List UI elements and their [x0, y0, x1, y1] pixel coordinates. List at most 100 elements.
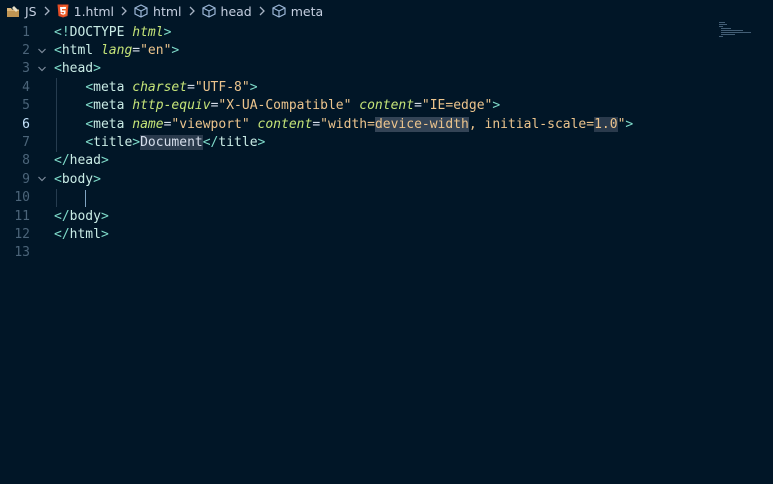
- code-token: <: [54, 43, 62, 59]
- code-token: "width=: [320, 116, 375, 132]
- code-text: </head>: [54, 153, 109, 168]
- breadcrumb-label: head: [220, 3, 252, 19]
- code-token: >: [257, 135, 266, 151]
- code-line[interactable]: 4 <meta charset="UTF-8">: [0, 78, 773, 96]
- chevron-right-icon: [258, 6, 266, 16]
- code-line[interactable]: 12 </html>: [0, 225, 773, 243]
- code-token: <: [54, 61, 62, 77]
- code-line[interactable]: 1 <!DOCTYPE html>: [0, 23, 773, 41]
- code-token: title: [93, 135, 133, 151]
- cube-icon: [201, 4, 216, 18]
- code-token: <: [85, 79, 94, 95]
- code-token: title: [218, 135, 258, 151]
- code-text: </body>: [54, 209, 109, 224]
- fold-chevron-icon[interactable]: [30, 65, 54, 73]
- code-text: <body>: [54, 172, 101, 187]
- code-token: "en": [140, 43, 172, 59]
- code-token: >: [492, 98, 501, 114]
- code-token: charset: [132, 79, 188, 95]
- line-number: 1: [22, 24, 30, 40]
- cube-icon: [272, 4, 286, 18]
- code-token: >: [93, 61, 101, 77]
- chevron-right-icon: [43, 6, 51, 16]
- folder-icon: [6, 5, 20, 18]
- code-token: "viewport": [171, 116, 258, 132]
- code-token: html: [61, 43, 101, 59]
- fold-chevron-icon[interactable]: [30, 47, 54, 55]
- code-token: <!: [54, 24, 70, 40]
- code-token: 1.0: [594, 116, 618, 132]
- breadcrumb-label: JS: [25, 3, 37, 19]
- code-text: <!DOCTYPE html>: [54, 25, 171, 40]
- breadcrumb-item-html[interactable]: html: [134, 3, 182, 19]
- code-token: "IE=edge": [421, 98, 493, 114]
- code-token: head: [61, 61, 94, 77]
- code-token: =: [312, 116, 321, 132]
- code-token: <: [85, 135, 94, 151]
- line-number: 4: [22, 79, 30, 95]
- line-number: 6: [22, 116, 30, 132]
- line-number: 8: [22, 153, 30, 169]
- code-line[interactable]: 10: [0, 189, 773, 207]
- code-line[interactable]: 11 </body>: [0, 207, 773, 225]
- code-token: meta: [93, 79, 133, 95]
- code-text: <html lang="en">: [54, 43, 179, 58]
- code-token: DOCTYPE: [69, 24, 133, 40]
- code-token: Document: [140, 135, 203, 151]
- breadcrumb-label: html: [153, 3, 182, 19]
- code-text: <title>Document</title>: [54, 135, 266, 151]
- code-token: >: [625, 116, 634, 132]
- chevron-right-icon: [120, 6, 128, 16]
- breadcrumb-item-meta[interactable]: meta: [272, 4, 323, 19]
- breadcrumb-item-js[interactable]: JS: [6, 4, 37, 19]
- line-number: 2: [22, 43, 30, 59]
- code-line[interactable]: 6 <meta name="viewport" content="width=d…: [0, 115, 773, 133]
- line-number: 13: [14, 245, 30, 261]
- code-token: content: [359, 98, 415, 114]
- code-line[interactable]: 3 <head>: [0, 60, 773, 78]
- line-number: 10: [14, 190, 30, 206]
- code-token: >: [100, 153, 109, 169]
- code-token: </: [54, 227, 70, 243]
- fold-chevron-icon[interactable]: [30, 175, 54, 183]
- code-token: meta: [93, 116, 133, 132]
- code-token: body: [61, 171, 94, 187]
- code-token: head: [69, 153, 101, 169]
- code-line[interactable]: 7 <title>Document</title>: [0, 133, 773, 151]
- code-editor[interactable]: 1 <!DOCTYPE html> 2 <html lang="en"> 3 <head>…: [0, 22, 773, 484]
- code-token: "UTF-8": [194, 79, 250, 95]
- code-text: <meta charset="UTF-8">: [54, 79, 257, 95]
- code-line[interactable]: 8 </head>: [0, 152, 773, 170]
- code-token: =: [187, 79, 195, 95]
- code-token: =: [414, 98, 422, 114]
- line-number: 3: [22, 61, 30, 77]
- breadcrumb-item-file[interactable]: 1.html: [57, 4, 114, 19]
- code-text: <meta http-equiv = "X-UA-Compatible" conte…: [54, 98, 500, 113]
- code-token: body: [69, 208, 101, 224]
- breadcrumb: JS 1.html html head meta: [0, 0, 773, 22]
- code-token: content: [257, 116, 313, 132]
- code-token: meta: [93, 98, 133, 114]
- code-line[interactable]: 5 <meta http-equiv = "X-UA-Compatible" con…: [0, 97, 773, 115]
- code-text: <head>: [54, 61, 101, 76]
- breadcrumb-item-head[interactable]: head: [201, 3, 252, 19]
- code-line[interactable]: 2 <html lang="en">: [0, 41, 773, 59]
- code-token: <: [85, 116, 94, 132]
- code-text: <meta name="viewport" content="width=dev…: [54, 116, 634, 132]
- code-token: >: [93, 171, 101, 187]
- cube-icon: [134, 4, 148, 18]
- line-number: 9: [22, 171, 30, 187]
- breadcrumb-label: 1.html: [73, 3, 115, 19]
- code-line[interactable]: 9 <body>: [0, 170, 773, 188]
- code-token: </: [202, 135, 219, 151]
- code-token: , initial-scale=: [468, 116, 595, 132]
- code-token: html: [132, 24, 164, 40]
- code-token: device-width: [374, 116, 469, 132]
- code-token: http-equiv: [132, 98, 211, 114]
- code-line[interactable]: 13: [0, 244, 773, 262]
- code-token: =: [132, 43, 141, 59]
- line-number: 12: [14, 227, 30, 243]
